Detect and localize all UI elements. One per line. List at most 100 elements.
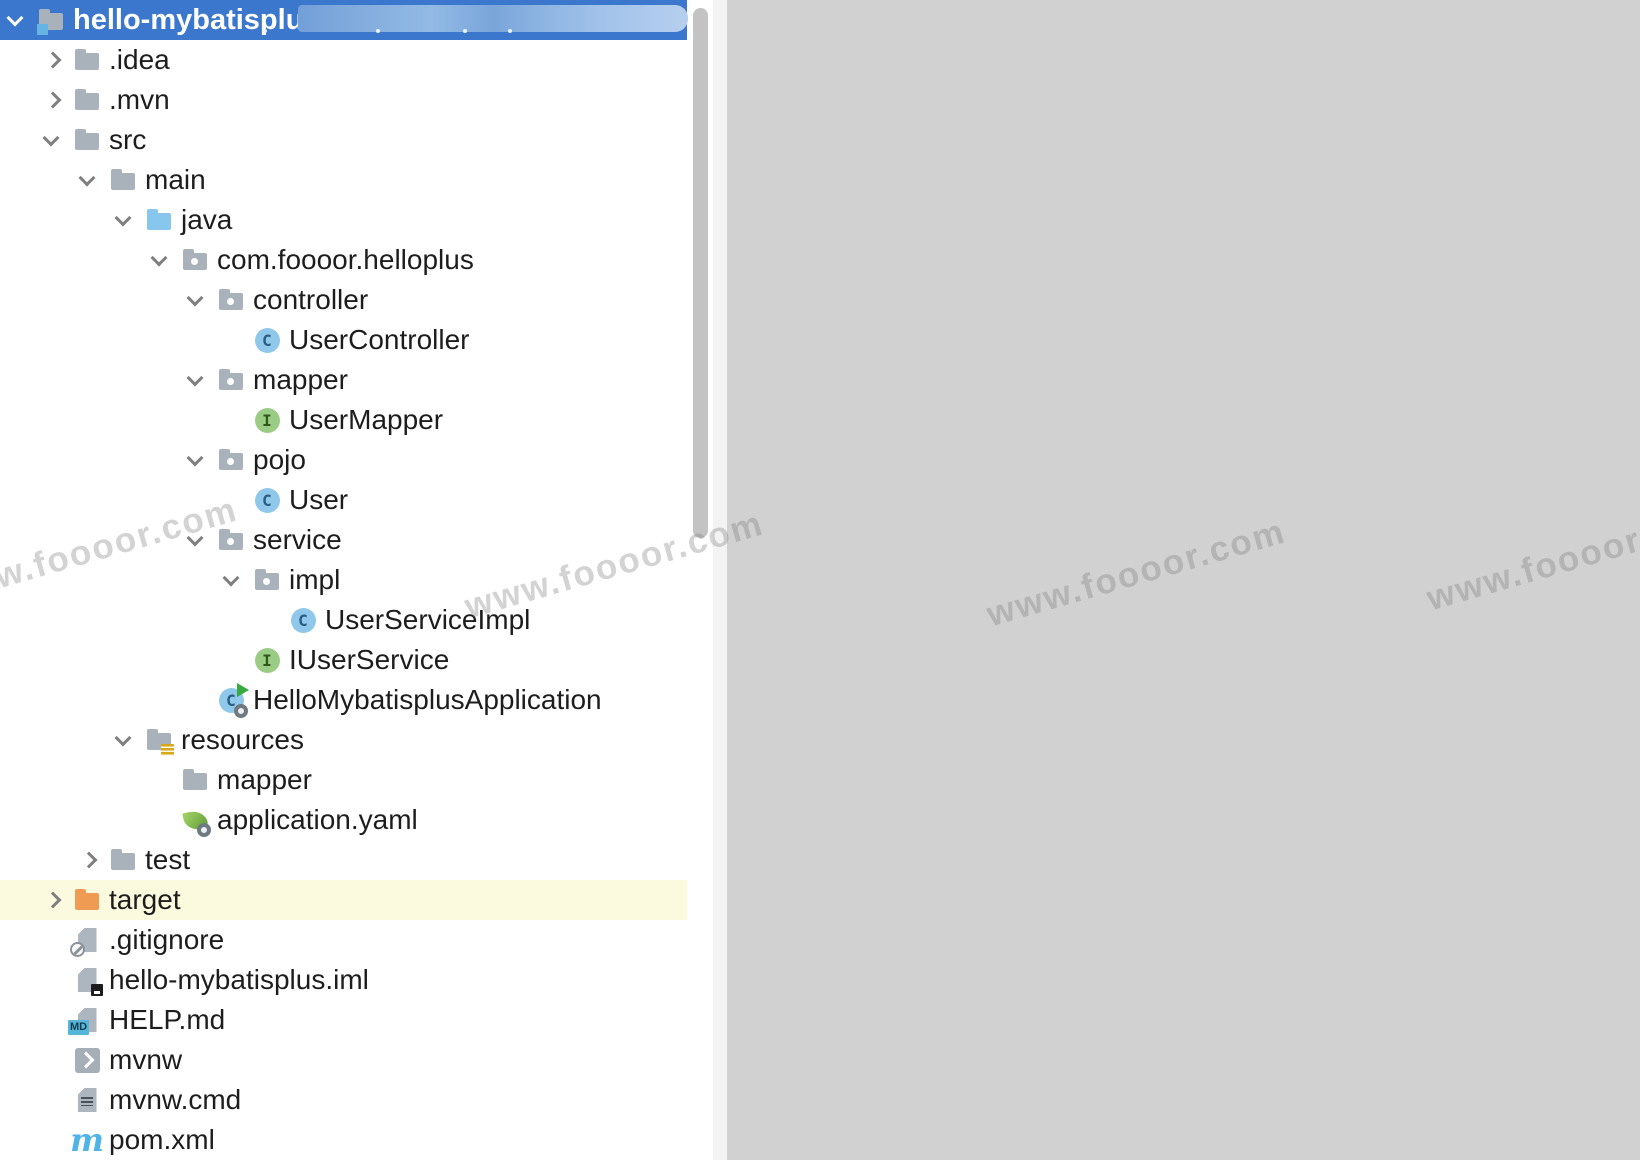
tree-item-label: IUserService — [289, 644, 449, 676]
tree-row-mapper[interactable]: mapper — [0, 760, 687, 800]
tree-row-application.yaml[interactable]: application.yaml — [0, 800, 687, 840]
chevron-down-icon[interactable] — [80, 167, 110, 193]
run-class-icon: C — [218, 687, 244, 713]
editor-empty-area[interactable]: Search EverywhereDouble ⇧Go to File⇧⌘ORe… — [727, 0, 1640, 1160]
chevron-down-icon[interactable] — [44, 127, 74, 153]
folder-icon — [74, 127, 100, 153]
package-icon — [218, 287, 244, 313]
resources-folder-icon — [146, 727, 172, 753]
chevron-slot — [224, 327, 254, 353]
tree-item-label: application.yaml — [217, 804, 418, 836]
tree-item-label: .mvn — [109, 84, 170, 116]
class-icon: C — [254, 487, 280, 513]
ide-window: hello-mybatisplus.idea .mvn src mainjava com… — [0, 0, 1640, 1160]
tree-row-main[interactable]: main — [0, 160, 687, 200]
tree-item-label: target — [109, 884, 181, 916]
gitignore-file-icon — [74, 927, 100, 953]
tree-row-java[interactable]: java — [0, 200, 687, 240]
chevron-down-icon[interactable] — [152, 247, 182, 273]
tree-item-label: User — [289, 484, 348, 516]
blur-dot — [376, 29, 380, 33]
package-icon — [218, 367, 244, 393]
folder-icon — [182, 767, 208, 793]
chevron-slot — [44, 967, 74, 993]
panel-splitter[interactable] — [713, 0, 727, 1160]
tree-item-label: src — [109, 124, 146, 156]
ignore-badge-icon — [70, 942, 85, 957]
tree-item-label: mvnw — [109, 1044, 182, 1076]
chevron-slot — [44, 1047, 74, 1073]
tree-row-hello-mybatisplus[interactable]: hello-mybatisplus — [0, 0, 687, 40]
spring-config-icon — [182, 807, 208, 833]
tree-row-src[interactable]: src — [0, 120, 687, 160]
tree-row-hellomybatisplusapplication[interactable]: CHelloMybatisplusApplication — [0, 680, 687, 720]
tree-row-userserviceimpl[interactable]: CUserServiceImpl — [0, 600, 687, 640]
tree-row-.gitignore[interactable]: .gitignore — [0, 920, 687, 960]
chevron-down-icon[interactable] — [116, 207, 146, 233]
chevron-down-icon[interactable] — [188, 287, 218, 313]
tree-item-label: test — [145, 844, 190, 876]
tree-row-pom.xml[interactable]: m pom.xml — [0, 1120, 687, 1160]
tree-row-.mvn[interactable]: .mvn — [0, 80, 687, 120]
chevron-right-icon[interactable] — [44, 87, 74, 113]
tree-row-com.foooor.helloplus[interactable]: com.foooor.helloplus — [0, 240, 687, 280]
tree-row-.idea[interactable]: .idea — [0, 40, 687, 80]
folder-icon — [74, 47, 100, 73]
tree-item-label: hello-mybatisplus.iml — [109, 964, 369, 996]
tree-item-label: .gitignore — [109, 924, 224, 956]
chevron-down-icon[interactable] — [224, 567, 254, 593]
chevron-down-icon[interactable] — [188, 367, 218, 393]
gear-icon — [234, 704, 248, 718]
folder-icon — [110, 847, 136, 873]
package-icon — [182, 247, 208, 273]
chevron-right-icon[interactable] — [44, 887, 74, 913]
tree-item-label: mapper — [217, 764, 312, 796]
tree-row-usermapper[interactable]: IUserMapper — [0, 400, 687, 440]
tree-row-resources[interactable]: resources — [0, 720, 687, 760]
tree-row-iuserservice[interactable]: IIUserService — [0, 640, 687, 680]
tree-scrollbar[interactable] — [693, 8, 708, 538]
tree-item-label: pom.xml — [109, 1124, 215, 1156]
tree-row-impl[interactable]: impl — [0, 560, 687, 600]
tree-item-label: service — [253, 524, 342, 556]
package-icon — [218, 447, 244, 473]
class-icon: C — [254, 327, 280, 353]
tree-row-mvnw.cmd[interactable]: mvnw.cmd — [0, 1080, 687, 1120]
tree-row-target[interactable]: target — [0, 880, 687, 920]
tree-item-label: com.foooor.helloplus — [217, 244, 474, 276]
tree-row-controller[interactable]: controller — [0, 280, 687, 320]
folder-icon — [74, 87, 100, 113]
tree-item-label: pojo — [253, 444, 306, 476]
tree-row-pojo[interactable]: pojo — [0, 440, 687, 480]
blurred-project-path — [298, 5, 688, 32]
tree-row-user[interactable]: C User — [0, 480, 687, 520]
tree-item-label: resources — [181, 724, 304, 756]
chevron-down-icon[interactable] — [188, 527, 218, 553]
chevron-slot — [152, 767, 182, 793]
class-icon: C — [290, 607, 316, 633]
chevron-right-icon[interactable] — [44, 47, 74, 73]
maven-icon: m — [74, 1127, 100, 1153]
tree-row-help.md[interactable]: MDHELP.md — [0, 1000, 687, 1040]
chevron-down-icon[interactable] — [116, 727, 146, 753]
chevron-down-icon[interactable] — [188, 447, 218, 473]
tree-row-mvnw[interactable]: mvnw — [0, 1040, 687, 1080]
module-file-icon — [74, 967, 100, 993]
chevron-slot — [224, 487, 254, 513]
chevron-slot — [44, 1087, 74, 1113]
project-tree: hello-mybatisplus.idea .mvn src mainjava com… — [0, 0, 713, 1160]
chevron-slot — [224, 407, 254, 433]
tree-row-hello-mybatisplus.iml[interactable]: hello-mybatisplus.iml — [0, 960, 687, 1000]
chevron-down-icon[interactable] — [8, 7, 38, 33]
tree-item-label: HELP.md — [109, 1004, 225, 1036]
tree-row-service[interactable]: service — [0, 520, 687, 560]
tree-row-mapper[interactable]: mapper — [0, 360, 687, 400]
chevron-right-icon[interactable] — [80, 847, 110, 873]
project-tree-panel: hello-mybatisplus.idea .mvn src mainjava com… — [0, 0, 713, 1160]
tree-row-test[interactable]: test — [0, 840, 687, 880]
blur-dot — [508, 29, 512, 33]
gear-icon — [197, 823, 211, 837]
chevron-slot — [152, 807, 182, 833]
tree-row-usercontroller[interactable]: CUserController — [0, 320, 687, 360]
tree-item-label: hello-mybatisplus — [73, 4, 320, 37]
